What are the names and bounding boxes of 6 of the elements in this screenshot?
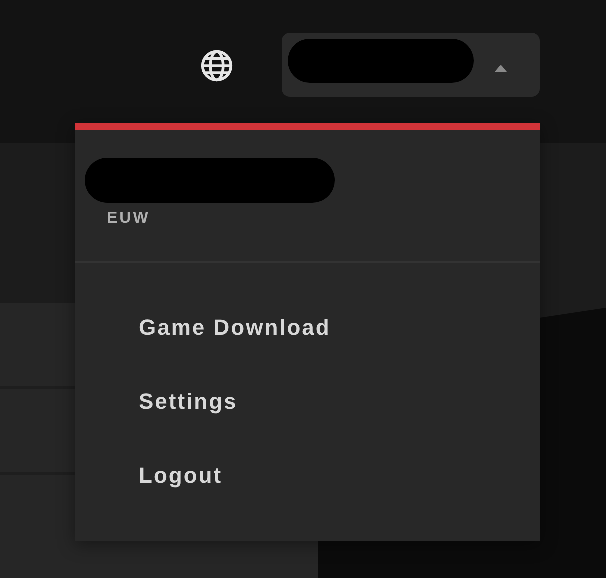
menu-item[interactable]: Game Download <box>139 313 331 343</box>
region-label: EUW <box>107 210 150 228</box>
menu-item[interactable]: Settings <box>139 387 238 417</box>
caret-icon <box>494 64 508 72</box>
menu-item[interactable]: Logout <box>139 461 223 491</box>
globe-icon[interactable] <box>200 49 234 83</box>
